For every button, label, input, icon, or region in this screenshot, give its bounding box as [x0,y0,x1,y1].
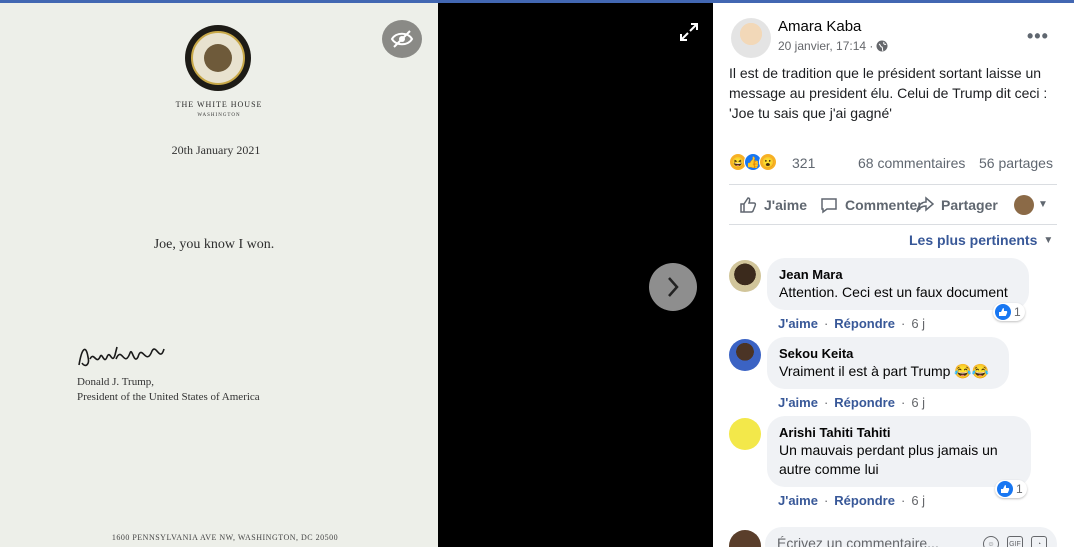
author-avatar[interactable] [731,18,771,58]
divider [729,184,1057,185]
letterhead-subtitle: WASHINGTON [197,113,241,118]
separator: · [900,316,906,331]
commenter-avatar[interactable] [729,260,761,292]
comment-reply-link[interactable]: Répondre [834,493,895,508]
comment-icon [821,198,837,214]
comment-time[interactable]: 6 j [911,493,925,508]
signature [78,346,165,367]
comments-count[interactable]: 68 commentaires [858,155,965,171]
hide-eye-button[interactable] [382,20,422,58]
comment-like-link[interactable]: J'aime [778,395,818,410]
top-accent-bar [0,0,1074,3]
next-photo-button[interactable] [649,263,697,311]
commenter-avatar[interactable] [729,418,761,450]
divider [729,224,1057,225]
facebook-photo-viewer: THE WHITE HOUSE WASHINGTON 20th January … [0,0,1074,547]
author-name[interactable]: Amara Kaba [778,18,861,35]
gif-icon[interactable]: GIF [1007,536,1023,547]
post-text: Il est de tradition que le président sor… [729,65,1048,121]
share-button[interactable]: Partager [916,196,998,214]
signer-title: President of the United States of Americ… [77,391,260,403]
post-side-panel: Amara Kaba 20 janvier, 17:14 · ••• Il es… [713,0,1074,547]
comment-actions: J'aime · Répondre · 6 j [778,493,925,508]
letter-date: 20th January 2021 [171,143,261,157]
reaction-count[interactable]: 321 [792,155,815,171]
share-as-avatar[interactable] [1014,195,1034,215]
reaction-icons[interactable]: 😆 👍 😮 [729,152,777,172]
wow-reaction-icon: 😮 [759,153,777,171]
comment-author[interactable]: Jean Mara [779,266,1017,283]
comment-sort-dropdown[interactable]: Les plus pertinents ▼ [909,232,1053,248]
separator: · [823,493,829,508]
comment-input[interactable]: Écrivez un commentaire... ☺ GIF ◔ [765,527,1057,547]
letter-image: THE WHITE HOUSE WASHINGTON 20th January … [0,0,438,547]
eye-off-icon [390,30,414,48]
comment-reaction-count[interactable]: 1 [993,303,1025,321]
globe-icon [876,40,888,52]
share-icon [916,196,934,213]
comment-button[interactable]: Commenter [820,196,923,214]
comment-bubble: Jean Mara Attention. Ceci est un faux do… [767,258,1029,310]
comment-like-link[interactable]: J'aime [778,316,818,331]
letter-message: Joe, you know I won. [153,237,275,252]
letterhead-title: THE WHITE HOUSE [175,100,263,109]
chevron-right-icon [668,277,679,297]
comment-reaction-count[interactable]: 1 [995,480,1027,498]
caret-down-icon: ▼ [1043,234,1054,246]
comment-label: Commenter [845,197,923,213]
letter-address: 1600 PENNSYLVANIA AVE NW, WASHINGTON, DC… [111,533,339,542]
separator: · [823,316,829,331]
share-label: Partager [941,197,998,213]
like-reaction-icon [995,304,1011,320]
separator: · [900,395,906,410]
post-meta: 20 janvier, 17:14 · [778,39,888,53]
comment-bubble: Arishi Tahiti Tahiti Un mauvais perdant … [767,416,1031,487]
like-label: J'aime [764,197,808,213]
shares-count[interactable]: 56 partages [979,155,1053,171]
separator: · [823,395,829,410]
comment-time[interactable]: 6 j [911,395,925,410]
comment-placeholder: Écrivez un commentaire... [777,535,939,547]
post-timestamp[interactable]: 20 janvier, 17:14 · [778,39,873,53]
fullscreen-button[interactable] [677,20,701,44]
caret-down-icon[interactable]: ▼ [1038,199,1048,210]
sticker-icon[interactable]: ◔ [1031,536,1047,547]
my-avatar [729,530,761,547]
reaction-number: 1 [1016,482,1023,496]
signer-name: Donald J. Trump, [77,376,155,388]
like-reaction-icon [997,481,1013,497]
expand-icon [680,23,698,41]
media-viewer: THE WHITE HOUSE WASHINGTON 20th January … [0,0,713,547]
comment-actions: J'aime · Répondre · 6 j [778,316,925,331]
like-button[interactable]: J'aime [739,196,807,214]
sort-label: Les plus pertinents [909,232,1038,248]
signer-block: Donald J. Trump, President of the United… [77,375,260,405]
comment-text: Vraiment il est à part Trump 😂😂 [779,363,990,379]
comment-time[interactable]: 6 j [911,316,925,331]
comment-text: Attention. Ceci est un faux document [779,284,1008,300]
comment-reply-link[interactable]: Répondre [834,316,895,331]
separator: · [900,493,906,508]
commenter-avatar[interactable] [729,339,761,371]
emoji-icon[interactable]: ☺ [983,536,999,547]
comment-author[interactable]: Sekou Keita [779,345,997,362]
reaction-number: 1 [1014,305,1021,319]
comment-author[interactable]: Arishi Tahiti Tahiti [779,424,1019,441]
composer-tools: ☺ GIF ◔ [983,536,1047,547]
thumbs-up-icon [740,197,757,213]
comment-reply-link[interactable]: Répondre [834,395,895,410]
comment-like-link[interactable]: J'aime [778,493,818,508]
comment-text: Un mauvais perdant plus jamais un autre … [779,442,998,477]
comment-bubble: Sekou Keita Vraiment il est à part Trump… [767,337,1009,389]
more-options-button[interactable]: ••• [1027,26,1049,47]
comment-actions: J'aime · Répondre · 6 j [778,395,925,410]
presidential-seal [185,25,251,91]
